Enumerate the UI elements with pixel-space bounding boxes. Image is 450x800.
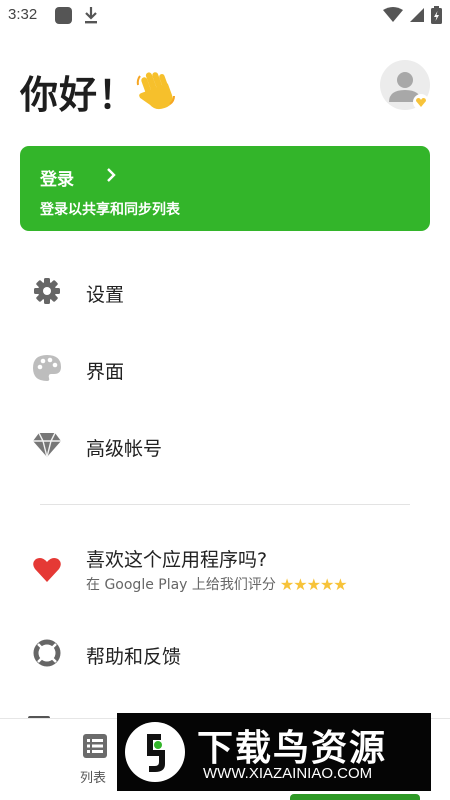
menu-item-help[interactable]: 帮助和反馈 (0, 621, 450, 685)
bird-logo-icon (123, 720, 187, 784)
status-bar: 3:32 (0, 0, 450, 32)
list-icon (83, 734, 107, 762)
login-subtitle: 登录以共享和同步列表 (40, 202, 180, 218)
watermark-banner: 下载鸟资源 WWW.XIAZAINIAO.COM (117, 713, 431, 791)
menu-label-help: 帮助和反馈 (86, 646, 182, 668)
add-button[interactable] (290, 794, 420, 800)
app-notification-icon (55, 7, 72, 24)
menu-item-settings[interactable]: 设置 (0, 259, 450, 323)
menu-label-settings: 设置 (86, 284, 125, 306)
greeting-title: 你好！ (20, 73, 138, 117)
watermark-url: WWW.XIAZAINIAO.COM (203, 765, 373, 782)
menu-item-premium[interactable]: 高级帐号 (0, 413, 450, 477)
login-card[interactable]: 登录 登录以共享和同步列表 (20, 146, 430, 231)
waving-hand-icon (134, 68, 178, 116)
gear-icon (32, 276, 62, 306)
menu-label-rate-title: 喜欢这个应用程序吗? (86, 549, 268, 571)
wifi-icon (383, 7, 403, 27)
premium-badge-icon (413, 94, 429, 110)
lifebuoy-icon (32, 638, 62, 668)
rate-subtitle: 在 Google Play 上给我们评分 (86, 577, 276, 593)
menu-item-rate-app[interactable]: 喜欢这个应用程序吗? (0, 536, 450, 608)
menu-label-premium: 高级帐号 (86, 438, 163, 460)
rate-subtitle-row: 在 Google Play 上给我们评分 ★★★★★ (86, 574, 348, 594)
watermark-title: 下载鸟资源 (197, 728, 388, 769)
login-title: 登录 (40, 170, 74, 190)
battery-icon (431, 6, 442, 28)
star-rating: ★★★★★ (279, 574, 348, 594)
heart-icon (32, 555, 62, 585)
menu-item-interface[interactable]: 界面 (0, 336, 450, 400)
nav-tab-list-label: 列表 (80, 771, 107, 786)
palette-icon (32, 353, 62, 383)
download-icon (83, 5, 99, 29)
divider (40, 504, 410, 505)
status-time: 3:32 (8, 6, 38, 23)
signal-icon (409, 7, 425, 27)
diamond-icon (32, 430, 62, 460)
chevron-right-icon (106, 167, 116, 186)
menu-label-interface: 界面 (86, 361, 125, 383)
